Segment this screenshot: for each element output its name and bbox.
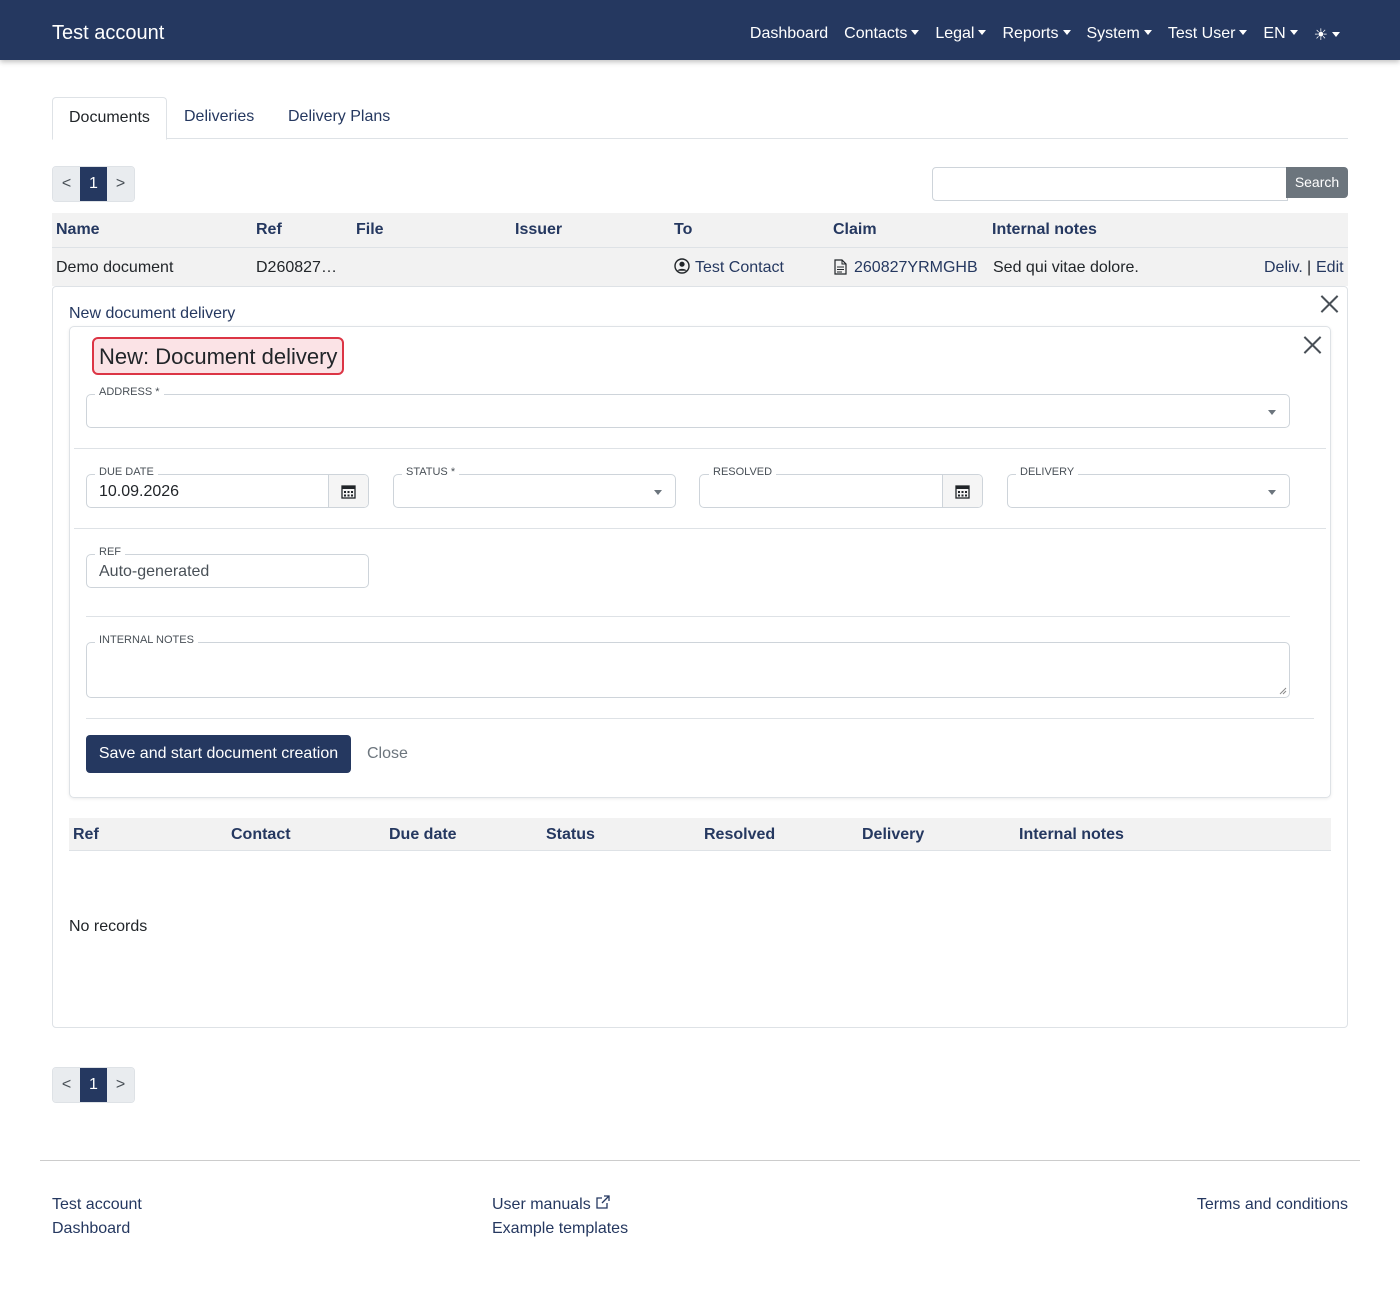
delivery-select[interactable]: [1007, 474, 1290, 508]
due-date-label: DUE DATE: [95, 466, 158, 478]
next-page-button[interactable]: >: [107, 1068, 134, 1102]
col-to[interactable]: To: [674, 221, 692, 239]
status-select[interactable]: [393, 474, 676, 508]
col-delivery[interactable]: Delivery: [862, 826, 924, 844]
footer-example-templates-link[interactable]: Example templates: [492, 1220, 628, 1238]
footer-divider: [40, 1160, 1360, 1161]
col-claim[interactable]: Claim: [833, 221, 877, 239]
action-separator: |: [1307, 259, 1312, 276]
panel-close-icon[interactable]: [1320, 295, 1338, 313]
due-date-value: 10.09.2026: [99, 483, 180, 500]
row-internal-notes: Sed qui vitae dolore.: [993, 259, 1139, 276]
divider: [86, 718, 1314, 719]
divider: [74, 528, 1326, 529]
documents-table-header: Name Ref File Issuer To Claim Internal n…: [52, 213, 1348, 248]
col-issuer[interactable]: Issuer: [515, 221, 562, 239]
calendar-icon[interactable]: [328, 475, 368, 507]
search-button[interactable]: Search: [1286, 167, 1348, 198]
row-ref: D260827…: [256, 259, 337, 276]
row-to-contact-link[interactable]: Test Contact: [695, 259, 784, 277]
col-resolved[interactable]: Resolved: [704, 826, 775, 844]
search-input[interactable]: [932, 167, 1288, 201]
pagination-top: < 1 >: [52, 166, 135, 202]
form-title: New: Document delivery: [92, 337, 345, 375]
delivery-label: DELIVERY: [1016, 466, 1079, 478]
current-page-button[interactable]: 1: [80, 1068, 107, 1102]
due-date-field[interactable]: 10.09.2026: [86, 474, 369, 508]
col-name[interactable]: Name: [56, 221, 100, 239]
col-file[interactable]: File: [356, 221, 384, 239]
footer-account-link[interactable]: Test account: [52, 1196, 142, 1214]
nav-dashboard[interactable]: Dashboard: [750, 25, 828, 45]
nav-language-dropdown[interactable]: EN: [1263, 25, 1297, 45]
table-row: Demo document D260827… Test Contact 2608…: [52, 248, 1348, 286]
address-select[interactable]: [86, 394, 1290, 428]
nav-links: Dashboard Contacts Legal Reports System …: [750, 25, 1340, 45]
current-page-button[interactable]: 1: [80, 167, 107, 201]
deliv-link[interactable]: Deliv.: [1264, 259, 1303, 277]
row-name: Demo document: [56, 259, 174, 276]
divider: [86, 616, 1290, 617]
tab-delivery-plans[interactable]: Delivery Plans: [272, 97, 406, 139]
ref-input[interactable]: Auto-generated: [86, 554, 369, 588]
deliveries-table-header: Ref Contact Due date Status Resolved Del…: [69, 818, 1331, 851]
col-due-date[interactable]: Due date: [389, 826, 457, 844]
prev-page-button[interactable]: <: [53, 1068, 80, 1102]
prev-page-button[interactable]: <: [53, 167, 80, 201]
status-label: STATUS *: [402, 466, 460, 478]
col-status[interactable]: Status: [546, 826, 595, 844]
footer-user-manuals-link[interactable]: User manuals: [492, 1196, 591, 1214]
col-internal-notes[interactable]: Internal notes: [992, 221, 1097, 239]
document-tabs: Documents Deliveries Delivery Plans: [52, 97, 1348, 140]
next-page-button[interactable]: >: [107, 167, 134, 201]
ref-label: REF: [95, 546, 125, 558]
resize-handle-icon[interactable]: [1279, 687, 1287, 695]
col-contact[interactable]: Contact: [231, 826, 291, 844]
save-button[interactable]: Save and start document creation: [86, 735, 351, 773]
close-button[interactable]: Close: [367, 745, 408, 763]
footer-terms-link[interactable]: Terms and conditions: [1197, 1196, 1348, 1214]
resolved-label: RESOLVED: [709, 466, 777, 478]
col-ref[interactable]: Ref: [73, 826, 99, 844]
chevron-down-icon: [1268, 490, 1276, 495]
row-claim-link[interactable]: 260827YRMGHB: [854, 259, 978, 277]
external-link-icon: [595, 1194, 611, 1215]
nav-legal-dropdown[interactable]: Legal: [935, 25, 986, 45]
nav-contacts-dropdown[interactable]: Contacts: [844, 25, 919, 45]
tab-deliveries[interactable]: Deliveries: [168, 97, 270, 139]
divider: [74, 448, 1326, 449]
pagination-bottom: < 1 >: [52, 1067, 135, 1103]
ref-placeholder: Auto-generated: [99, 563, 210, 580]
top-navbar: Test account Dashboard Contacts Legal Re…: [0, 0, 1400, 60]
theme-sun-icon[interactable]: ☀: [1314, 25, 1340, 45]
col-ref[interactable]: Ref: [256, 221, 282, 239]
new-document-delivery-link[interactable]: New document delivery: [69, 305, 235, 323]
footer-dashboard-link[interactable]: Dashboard: [52, 1220, 130, 1238]
chevron-down-icon: [1268, 410, 1276, 415]
col-internal-notes[interactable]: Internal notes: [1019, 826, 1124, 844]
empty-state-text: No records: [69, 918, 148, 935]
brand-link[interactable]: Test account: [52, 22, 164, 45]
resolved-field[interactable]: [699, 474, 983, 508]
internal-notes-textarea[interactable]: [86, 642, 1290, 698]
address-label: ADDRESS *: [95, 386, 164, 398]
nav-user-dropdown[interactable]: Test User: [1168, 25, 1248, 45]
chevron-down-icon: [654, 490, 662, 495]
form-close-icon[interactable]: [1303, 336, 1321, 354]
tab-documents[interactable]: Documents: [52, 97, 167, 140]
calendar-icon[interactable]: [942, 475, 982, 507]
internal-notes-label: INTERNAL NOTES: [95, 634, 198, 646]
contact-avatar-icon: [674, 258, 690, 279]
nav-system-dropdown[interactable]: System: [1087, 25, 1152, 45]
nav-reports-dropdown[interactable]: Reports: [1002, 25, 1070, 45]
edit-link[interactable]: Edit: [1316, 259, 1344, 277]
claim-document-icon: [834, 259, 847, 280]
